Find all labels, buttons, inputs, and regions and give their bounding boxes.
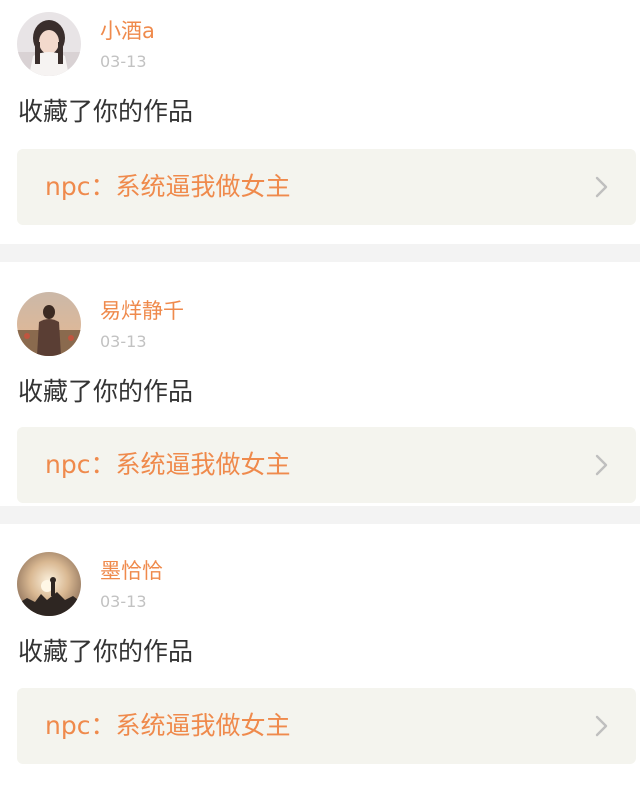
chevron-right-icon (595, 176, 608, 198)
username[interactable]: 小酒a (100, 18, 155, 44)
work-title: npc：系统逼我做女主 (45, 450, 291, 479)
action-text: 收藏了你的作品 (18, 637, 194, 666)
user-avatar[interactable] (17, 292, 81, 356)
username[interactable]: 易烊静千 (100, 298, 184, 324)
user-avatar[interactable] (17, 12, 81, 76)
notification-feed: 小酒a 03-13 收藏了你的作品 npc：系统逼我做女主 易烊静千 03-13… (0, 0, 640, 768)
username[interactable]: 墨恰恰 (100, 558, 163, 584)
avatar-sunset-silhouette-photo-icon (17, 552, 81, 616)
chevron-right-icon (595, 715, 608, 737)
work-link-card[interactable]: npc：系统逼我做女主 (17, 149, 636, 225)
notification-item: 易烊静千 03-13 收藏了你的作品 npc：系统逼我做女主 (0, 262, 640, 506)
avatar-sunset-person-photo-icon (17, 292, 81, 356)
action-text: 收藏了你的作品 (18, 97, 194, 126)
timestamp: 03-13 (100, 332, 147, 351)
timestamp: 03-13 (100, 52, 147, 71)
separator (0, 244, 640, 262)
user-avatar[interactable] (17, 552, 81, 616)
work-link-card[interactable]: npc：系统逼我做女主 (17, 427, 636, 503)
notification-item: 墨恰恰 03-13 收藏了你的作品 npc：系统逼我做女主 (0, 524, 640, 768)
separator (0, 506, 640, 524)
work-link-card[interactable]: npc：系统逼我做女主 (17, 688, 636, 764)
work-title: npc：系统逼我做女主 (45, 172, 291, 201)
action-text: 收藏了你的作品 (18, 377, 194, 406)
timestamp: 03-13 (100, 592, 147, 611)
notification-item: 小酒a 03-13 收藏了你的作品 npc：系统逼我做女主 (0, 0, 640, 244)
work-title: npc：系统逼我做女主 (45, 711, 291, 740)
chevron-right-icon (595, 454, 608, 476)
avatar-girl-photo-icon (17, 12, 81, 76)
